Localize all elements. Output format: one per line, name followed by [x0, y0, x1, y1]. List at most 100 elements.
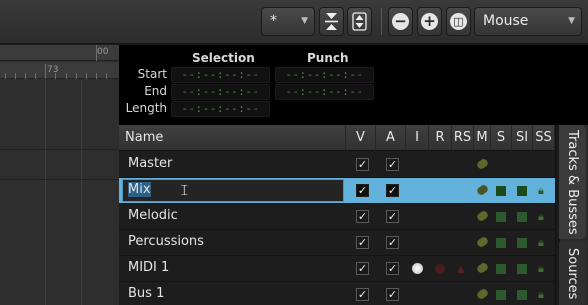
- tab-sources-label: Sources: [565, 247, 580, 300]
- column-header-solo-safe[interactable]: SS: [533, 125, 555, 151]
- record-safe-icon[interactable]: ▲: [457, 264, 465, 275]
- editor-list-tabs: Tracks & Busses Sources: [555, 125, 588, 305]
- tab-tracks-busses[interactable]: Tracks & Busses: [559, 125, 586, 239]
- track-name: Master: [128, 156, 173, 171]
- track-row-mix[interactable]: Mix 𝙸 ✓ ✓ 🔒︎: [119, 178, 555, 204]
- shrink-tracks-button[interactable]: [319, 7, 344, 36]
- punch-start-clock[interactable]: --:--:--:--: [275, 67, 374, 83]
- tracks-busses-list: Name V A I R RS M S SI SS Master ✓ ✓ Mix…: [119, 125, 555, 305]
- column-header-record[interactable]: R: [429, 125, 452, 151]
- timecode-ruler[interactable]: 00: [0, 45, 119, 61]
- ruler-tick: [66, 73, 67, 79]
- expand-tracks-button[interactable]: [347, 7, 372, 36]
- selection-header: Selection: [192, 51, 255, 65]
- zoom-out-button[interactable]: −: [388, 7, 413, 36]
- punch-end-clock[interactable]: --:--:--:--: [275, 84, 374, 100]
- track-name: Bus 1: [128, 286, 165, 301]
- mute-icon[interactable]: [475, 157, 490, 171]
- solo-button[interactable]: [496, 212, 506, 222]
- track-row-melodic[interactable]: Melodic ✓ ✓ 🔒︎: [119, 204, 555, 230]
- track-row-bus-1[interactable]: Bus 1 ✓ ✓ 🔒︎: [119, 282, 555, 305]
- solo-isolate-button[interactable]: [517, 212, 527, 222]
- zoom-to-session-button[interactable]: ◫: [446, 7, 471, 36]
- ruler-tick: [96, 73, 97, 79]
- tab-tracks-busses-label: Tracks & Busses: [565, 129, 580, 235]
- zoom-in-button[interactable]: +: [417, 7, 442, 36]
- column-header-solo[interactable]: S: [491, 125, 512, 151]
- chevron-down-icon: ▼: [301, 16, 308, 26]
- visible-checkbox[interactable]: ✓: [356, 288, 369, 301]
- column-header-visible[interactable]: V: [346, 125, 376, 151]
- column-header-record-safe[interactable]: RS: [452, 125, 474, 151]
- mute-icon[interactable]: [475, 261, 490, 275]
- solo-isolate-button[interactable]: [517, 264, 527, 274]
- active-checkbox[interactable]: ✓: [386, 158, 399, 171]
- ruler-tick: [96, 45, 97, 61]
- expand-arrows-icon: [352, 12, 367, 31]
- zoom-in-icon: +: [421, 13, 438, 30]
- visible-checkbox[interactable]: ✓: [356, 158, 369, 171]
- zoom-focus-dropdown[interactable]: Mouse ▼: [474, 7, 582, 36]
- active-checkbox[interactable]: ✓: [386, 210, 399, 223]
- solo-button[interactable]: [496, 238, 506, 248]
- solo-button[interactable]: [496, 264, 506, 274]
- mute-icon[interactable]: [475, 287, 490, 301]
- record-enable-icon[interactable]: [435, 264, 445, 274]
- grid-mode-dropdown[interactable]: * ▼: [261, 7, 315, 36]
- track-name: Percussions: [128, 234, 204, 249]
- mute-icon[interactable]: [475, 209, 490, 223]
- mute-icon[interactable]: [475, 183, 490, 197]
- selection-end-clock[interactable]: --:--:--:--: [171, 84, 270, 100]
- ruler-tick: [55, 73, 56, 79]
- column-header-mute[interactable]: M: [474, 125, 491, 151]
- active-checkbox[interactable]: ✓: [386, 236, 399, 249]
- toolbar-separator: [381, 8, 382, 35]
- ruler-tick: [45, 64, 46, 79]
- track-name: Melodic: [128, 208, 178, 223]
- editor-toolbar: * ▼ − + ◫ Mouse ▼: [0, 0, 588, 44]
- solo-button[interactable]: [496, 186, 506, 196]
- column-header-active[interactable]: A: [376, 125, 406, 151]
- solo-button[interactable]: [496, 290, 506, 300]
- selection-length-clock[interactable]: --:--:--:--: [171, 101, 270, 117]
- timeline-canvas[interactable]: 00 73: [0, 45, 119, 305]
- ruler-tick: [76, 73, 77, 79]
- column-header-name[interactable]: Name: [119, 125, 346, 151]
- active-checkbox[interactable]: ✓: [386, 184, 399, 197]
- track-row-midi-1[interactable]: MIDI 1 ✓ ✓ ▲ 🔒︎: [119, 256, 555, 282]
- visible-checkbox[interactable]: ✓: [356, 210, 369, 223]
- midi-input-icon[interactable]: [412, 263, 423, 274]
- shrink-arrows-icon: [325, 13, 338, 30]
- ruler-tick: [86, 73, 87, 79]
- solo-isolate-button[interactable]: [517, 186, 527, 196]
- solo-safe-lock-icon[interactable]: 🔒︎: [538, 288, 544, 302]
- mute-icon[interactable]: [475, 235, 490, 249]
- selection-punch-clocks: Selection Punch Start --:--:--:-- --:--:…: [119, 45, 588, 125]
- track-name-wrapper: Mix: [128, 182, 151, 197]
- active-checkbox[interactable]: ✓: [386, 262, 399, 275]
- track-row-percussions[interactable]: Percussions ✓ ✓ 🔒︎: [119, 230, 555, 256]
- solo-isolate-button[interactable]: [517, 290, 527, 300]
- selection-start-clock[interactable]: --:--:--:--: [171, 67, 270, 83]
- solo-safe-lock-icon[interactable]: 🔒︎: [538, 236, 544, 250]
- visible-checkbox[interactable]: ✓: [356, 262, 369, 275]
- ruler-tick: [35, 73, 36, 79]
- bars-beats-ruler[interactable]: 73: [0, 62, 119, 79]
- tab-sources[interactable]: Sources: [559, 242, 586, 305]
- active-checkbox[interactable]: ✓: [386, 288, 399, 301]
- track-divider: [0, 149, 119, 150]
- length-label: Length: [125, 101, 167, 115]
- track-name-editor[interactable]: [122, 179, 344, 202]
- solo-isolate-button[interactable]: [517, 238, 527, 248]
- solo-safe-lock-icon[interactable]: 🔒︎: [538, 262, 544, 276]
- visible-checkbox[interactable]: ✓: [356, 236, 369, 249]
- zoom-focus-value: Mouse: [483, 13, 529, 29]
- visible-checkbox[interactable]: ✓: [356, 184, 369, 197]
- track-name-input[interactable]: Mix: [128, 182, 151, 197]
- solo-safe-lock-icon[interactable]: 🔒︎: [538, 210, 544, 224]
- ruler-label-top: 00: [97, 47, 109, 57]
- column-header-solo-isolate[interactable]: SI: [512, 125, 533, 151]
- column-header-input[interactable]: I: [406, 125, 429, 151]
- track-row-master[interactable]: Master ✓ ✓: [119, 152, 555, 178]
- solo-safe-lock-icon[interactable]: 🔒︎: [538, 184, 544, 198]
